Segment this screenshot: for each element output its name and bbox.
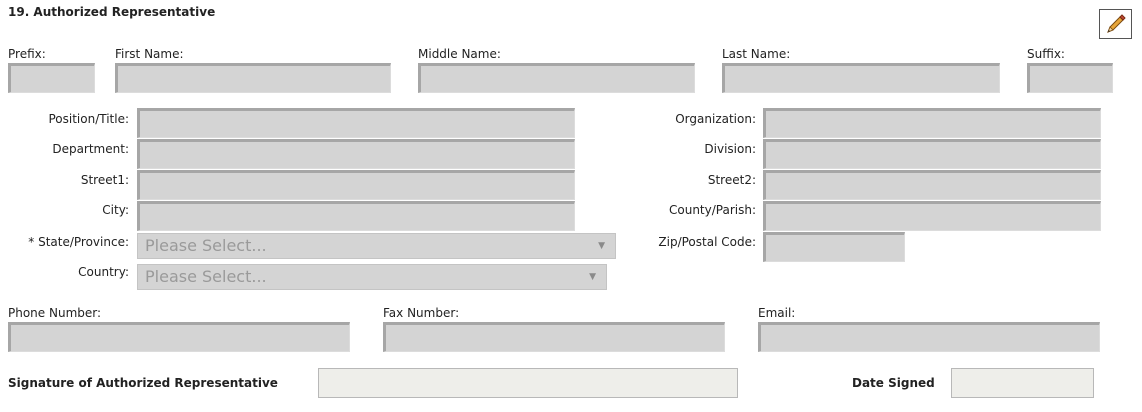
prefix-label: Prefix: (8, 47, 46, 61)
prefix-input[interactable] (8, 63, 95, 93)
state-province-select[interactable]: Please Select... ▼ (137, 233, 616, 259)
suffix-input[interactable] (1027, 63, 1113, 93)
phone-number-input[interactable] (8, 322, 350, 352)
division-label: Division: (704, 142, 756, 156)
position-title-label: Position/Title: (48, 112, 129, 126)
email-input[interactable] (758, 322, 1100, 352)
middle-name-label: Middle Name: (418, 47, 501, 61)
zip-postal-code-input[interactable] (763, 232, 905, 262)
street2-input[interactable] (763, 170, 1101, 200)
pencil-icon (1106, 14, 1126, 33)
organization-input[interactable] (763, 108, 1101, 138)
first-name-label: First Name: (115, 47, 184, 61)
signature-label: Signature of Authorized Representative (8, 376, 278, 390)
first-name-input[interactable] (115, 63, 391, 93)
position-title-input[interactable] (137, 108, 575, 138)
organization-label: Organization: (675, 112, 756, 126)
triangle-down-icon: ▼ (589, 272, 596, 282)
division-input[interactable] (763, 139, 1101, 169)
fax-number-input[interactable] (383, 322, 725, 352)
triangle-down-icon: ▼ (598, 241, 605, 251)
date-signed-label: Date Signed (852, 376, 935, 390)
country-select[interactable]: Please Select... ▼ (137, 264, 607, 290)
section-title: 19. Authorized Representative (8, 5, 216, 19)
city-input[interactable] (137, 201, 575, 231)
state-province-value: Please Select... (145, 236, 267, 255)
street1-label: Street1: (80, 173, 129, 187)
county-parish-input[interactable] (763, 201, 1101, 231)
city-label: City: (102, 203, 129, 217)
phone-number-label: Phone Number: (8, 306, 102, 320)
street2-label: Street2: (707, 173, 756, 187)
country-label: Country: (78, 265, 129, 279)
last-name-input[interactable] (722, 63, 1000, 93)
date-signed-field[interactable] (951, 368, 1094, 398)
signature-field[interactable] (318, 368, 738, 398)
email-label: Email: (758, 306, 796, 320)
county-parish-label: County/Parish: (669, 203, 756, 217)
department-label: Department: (52, 142, 129, 156)
zip-postal-code-label: Zip/Postal Code: (658, 235, 756, 249)
department-input[interactable] (137, 139, 575, 169)
middle-name-input[interactable] (418, 63, 695, 93)
street1-input[interactable] (137, 170, 575, 200)
suffix-label: Suffix: (1027, 47, 1065, 61)
fax-number-label: Fax Number: (383, 306, 460, 320)
edit-button[interactable] (1099, 9, 1132, 39)
last-name-label: Last Name: (722, 47, 791, 61)
state-province-label: * State/Province: (28, 235, 129, 249)
country-value: Please Select... (145, 267, 267, 286)
